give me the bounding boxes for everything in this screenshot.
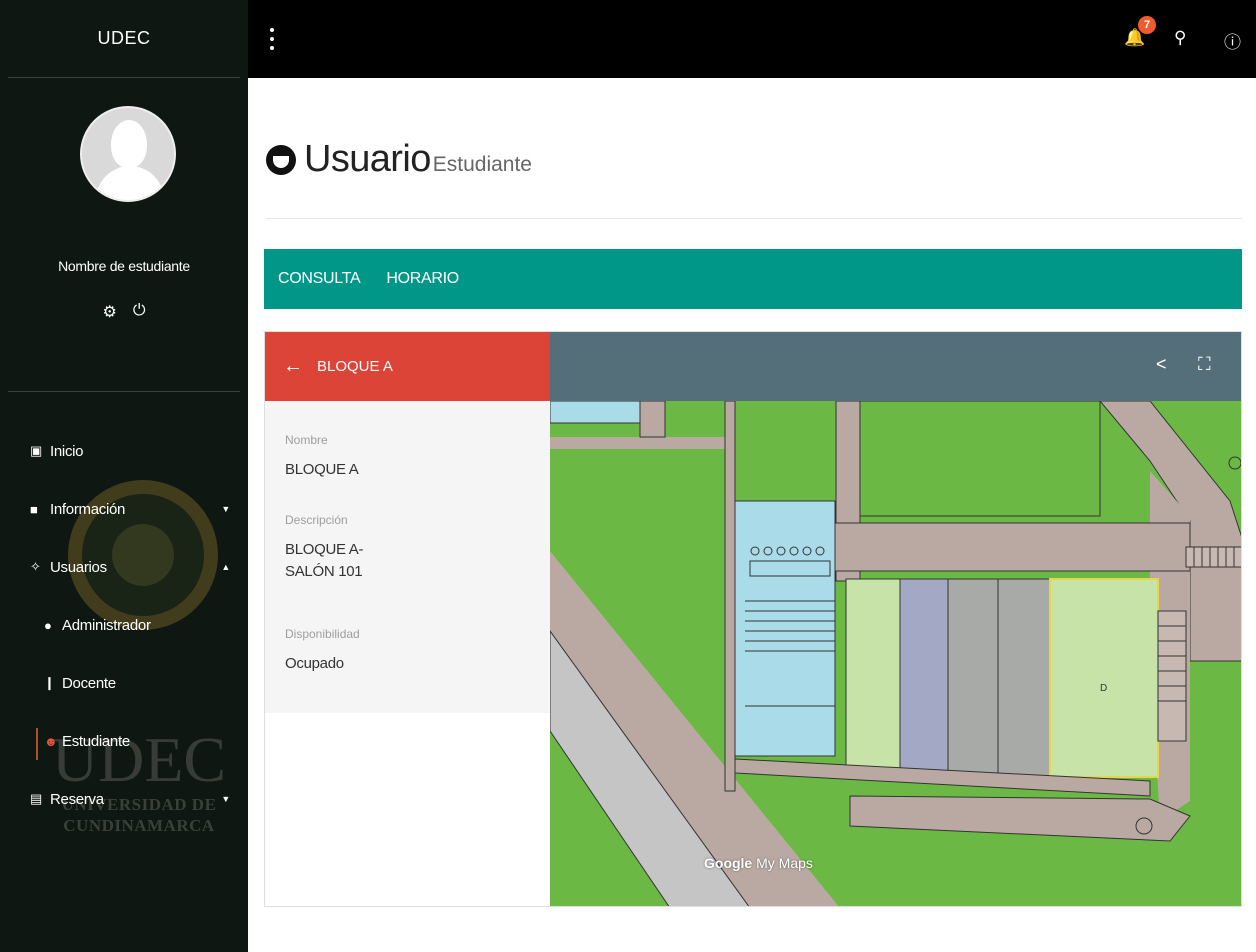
active-indicator [36, 728, 38, 760]
help-icon[interactable]: ⓘ [1224, 28, 1241, 53]
fullscreen-icon[interactable]: ⛶ [1198, 354, 1211, 375]
brand-title[interactable]: UDEC [8, 0, 240, 78]
sidebar-item-label: Inicio [50, 442, 84, 460]
tab-bar: CONSULTA HORARIO [264, 249, 1242, 309]
info-panel-header: ← BLOQUE A [265, 332, 550, 401]
menu-toggle-icon[interactable] [262, 28, 282, 50]
divider [266, 218, 1242, 219]
sidebar-item-label: Usuarios [50, 558, 107, 576]
person-icon: ● [44, 617, 52, 633]
calendar-icon: ▤ [30, 791, 42, 806]
sidebar-item-inicio[interactable]: ▣ Inicio [0, 422, 248, 480]
sidebar-item-label: Información [50, 500, 126, 518]
student-name: Nombre de estudiante [58, 258, 190, 274]
map-toolbar: < ⛶ [550, 332, 1241, 401]
sidebar-item-informacion[interactable]: ■ Información ▼ [0, 480, 248, 538]
sidebar-item-estudiante[interactable]: ☻ Estudiante [0, 712, 248, 770]
sidebar-item-administrador[interactable]: ● Administrador [0, 596, 248, 654]
caret-down-icon: ▼ [221, 794, 230, 804]
floor-plan-map: D [550, 401, 1241, 906]
field-label-descripcion: Descripción [285, 513, 348, 527]
sidebar-item-usuarios[interactable]: ✧ Usuarios ▲ [0, 538, 248, 596]
caret-down-icon: ▼ [221, 504, 230, 514]
profile-section: Nombre de estudiante ⚙ ⏻ [8, 78, 240, 392]
info-panel: Nombre BLOQUE A Descripción BLOQUE A- SA… [265, 401, 550, 906]
briefcase-icon: ■ [30, 501, 38, 517]
face-icon [266, 145, 296, 175]
map-canvas[interactable]: D Google My Maps [550, 401, 1241, 906]
sidebar-item-label: Docente [62, 674, 116, 692]
sidebar-item-docente[interactable]: ❙ Docente [0, 654, 248, 712]
page-title: Usuario [304, 138, 431, 180]
dashboard-icon: ▣ [30, 443, 42, 458]
gear-icon[interactable]: ⚙ [103, 302, 117, 322]
users-icon: ✧ [30, 559, 41, 574]
back-arrow-icon[interactable]: ← [283, 355, 303, 378]
topbar: 🔔 7 ⚲ ⓘ [248, 0, 1256, 78]
field-value-disponibilidad: Ocupado [285, 655, 344, 672]
search-icon[interactable]: ⚲ [1174, 28, 1186, 48]
sidebar: UDEC Nombre de estudiante ⚙ ⏻ UDEC UNIVE… [0, 0, 248, 952]
sidebar-item-reserva[interactable]: ▤ Reserva ▼ [0, 770, 248, 828]
face-icon: ☻ [44, 733, 58, 749]
page-subtitle: Estudiante [432, 153, 532, 176]
share-icon[interactable]: < [1156, 354, 1167, 375]
standing-person-icon: ❙ [44, 675, 55, 690]
field-label-disponibilidad: Disponibilidad [285, 627, 360, 641]
notification-badge: 7 [1138, 16, 1156, 34]
sidebar-item-label: Reserva [50, 790, 104, 808]
power-icon[interactable]: ⏻ [133, 302, 146, 322]
sidebar-item-label: Estudiante [62, 732, 130, 750]
page-header: Usuario Estudiante [266, 138, 532, 198]
tab-horario[interactable]: HORARIO [386, 270, 459, 288]
room-marker: D [1100, 683, 1107, 694]
info-panel-title: BLOQUE A [317, 358, 393, 375]
caret-up-icon: ▲ [221, 562, 230, 572]
profile-actions: ⚙ ⏻ [8, 302, 240, 322]
avatar [80, 106, 176, 202]
tab-consulta[interactable]: CONSULTA [278, 270, 361, 288]
field-value-descripcion: BLOQUE A- SALÓN 101 [285, 541, 364, 580]
sidebar-item-label: Administrador [62, 616, 151, 634]
google-mymaps-attribution: Google My Maps [704, 855, 813, 871]
field-label-nombre: Nombre [285, 433, 328, 447]
sidebar-nav: UDEC UNIVERSIDAD DE CUNDINAMARCA ▣ Inicio… [0, 392, 248, 836]
map-embed: ← BLOQUE A < ⛶ Nombre BLOQUE A Descripci… [264, 331, 1242, 907]
field-value-nombre: BLOQUE A [285, 461, 359, 478]
